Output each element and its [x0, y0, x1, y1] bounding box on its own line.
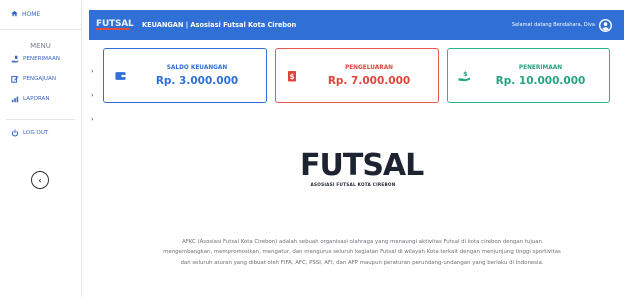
svg-text:$: $ [463, 70, 468, 78]
hand-coin-icon: $ [456, 70, 472, 82]
wallet-icon [112, 71, 128, 81]
top-header: FUTSAL KEUANGAN | Asosiasi Futsal Kota C… [89, 10, 624, 40]
brand-logo-subtitle: ASOSIASI FUTSAL KOTA CIREBON [310, 182, 396, 187]
card-penerimaan: $ PENERIMAAN Rp. 10.000.000 [447, 48, 610, 103]
greeting-text: Selamat datang Bendahara, Diva [511, 22, 595, 28]
chevron-right-icon[interactable]: › [91, 116, 93, 123]
card-title: PENERIMAAN [518, 64, 563, 71]
app-root: HOME MENU PENERIMAAN PENGAJUAN LAPORAN L… [0, 0, 624, 297]
card-saldo-keuangan: SALDO KEUANGAN Rp. 3.000.000 [103, 48, 267, 103]
card-value: Rp. 10.000.000 [495, 74, 586, 87]
sidebar-item-laporan[interactable]: LAPORAN [0, 93, 81, 105]
description-line: AFKC (Asosiasi Futsal Kota Cirebon) adal… [181, 239, 543, 245]
collapse-sidebar-button[interactable]: ‹ [31, 171, 49, 189]
sidebar-item-home[interactable]: HOME [0, 0, 81, 30]
svg-text:$: $ [290, 72, 295, 80]
chart-icon [11, 95, 19, 103]
page-title: KEUANGAN | Asosiasi Futsal Kota Cirebon [142, 21, 297, 29]
card-pengeluaran: $ PENGELUARAN Rp. 7.000.000 [275, 48, 439, 103]
chevron-left-icon: ‹ [38, 175, 42, 185]
home-icon [11, 10, 18, 19]
money-bag-icon: $ [284, 70, 300, 82]
sidebar-logout-label: LOG OUT [23, 130, 49, 136]
card-value: Rp. 7.000.000 [327, 74, 411, 87]
sidebar-item-penerimaan[interactable]: PENERIMAAN [0, 53, 81, 65]
card-value: Rp. 3.000.000 [155, 74, 239, 87]
sidebar-divider [6, 119, 75, 120]
chevron-right-icon[interactable]: › [91, 92, 93, 99]
sidebar-item-logout[interactable]: LOG OUT [0, 127, 81, 139]
brand-logo: FUTSAL ASOSIASI FUTSAL KOTA CIREBON [300, 148, 424, 192]
sidebar-item-label: PENERIMAAN [23, 56, 60, 62]
power-icon [11, 129, 19, 137]
money-hand-icon [11, 55, 19, 63]
sidebar-home-label: HOME [22, 11, 41, 18]
sidebar-item-pengajuan[interactable]: PENGAJUAN [0, 73, 81, 85]
description-line: mengembangkan, mempromosikan, mengatur, … [163, 249, 561, 256]
avatar[interactable] [599, 18, 612, 32]
chevron-right-icon[interactable]: › [91, 68, 93, 75]
card-title: SALDO KEUANGAN [166, 64, 228, 71]
sidebar-item-label: LAPORAN [23, 96, 50, 102]
brand-logo-word: FUTSAL [300, 148, 424, 183]
card-title: PENGELUARAN [344, 64, 394, 71]
header-logo-stripe [96, 28, 130, 30]
sidebar: HOME MENU PENERIMAAN PENGAJUAN LAPORAN L… [0, 0, 82, 297]
header-logo: FUTSAL [96, 19, 134, 31]
sidebar-item-label: PENGAJUAN [23, 76, 57, 82]
user-icon [600, 19, 611, 31]
description-line: dan seluruh aturan yang dibuat oleh FIFA… [180, 259, 544, 266]
organization-description: AFKC (Asosiasi Futsal Kota Cirebon) adal… [100, 237, 624, 268]
sidebar-menu-title: MENU [30, 42, 51, 50]
edit-icon [11, 75, 19, 83]
user-area[interactable]: Selamat datang Bendahara, Diva [511, 18, 612, 32]
